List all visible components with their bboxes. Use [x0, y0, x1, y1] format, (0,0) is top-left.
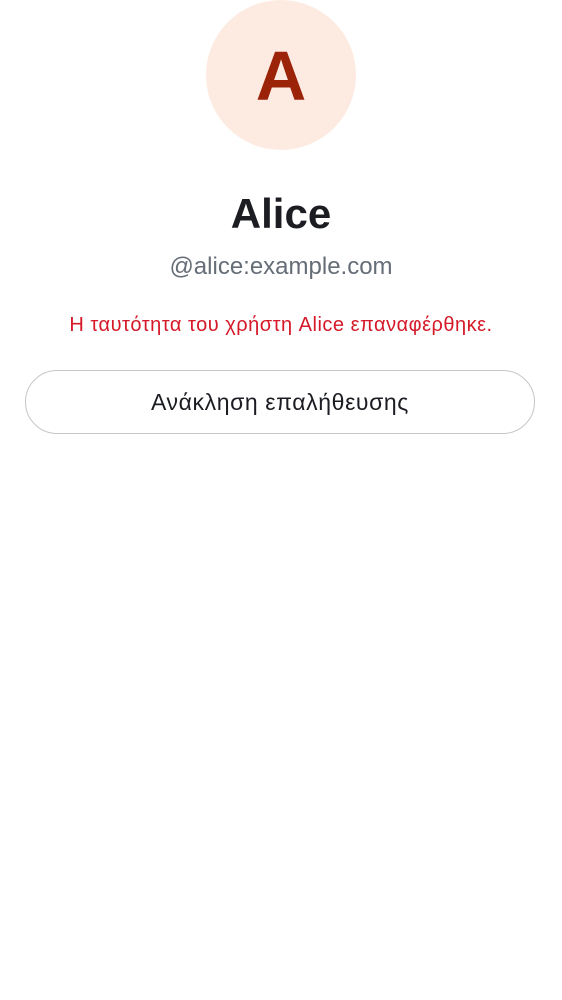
- avatar-initial: A: [255, 37, 307, 115]
- user-verification-screen: A Alice @alice:example.com Η ταυτότητα τ…: [0, 0, 562, 1000]
- user-id: @alice:example.com: [169, 253, 393, 280]
- withdraw-verification-button[interactable]: Ανάκληση επαλήθευσης: [25, 370, 535, 434]
- withdraw-verification-label: Ανάκληση επαλήθευσης: [151, 389, 409, 415]
- avatar: A: [206, 0, 356, 150]
- display-name: Alice: [230, 190, 332, 237]
- identity-reset-message: Η ταυτότητα του χρήστη Alice επαναφέρθηκ…: [69, 314, 493, 336]
